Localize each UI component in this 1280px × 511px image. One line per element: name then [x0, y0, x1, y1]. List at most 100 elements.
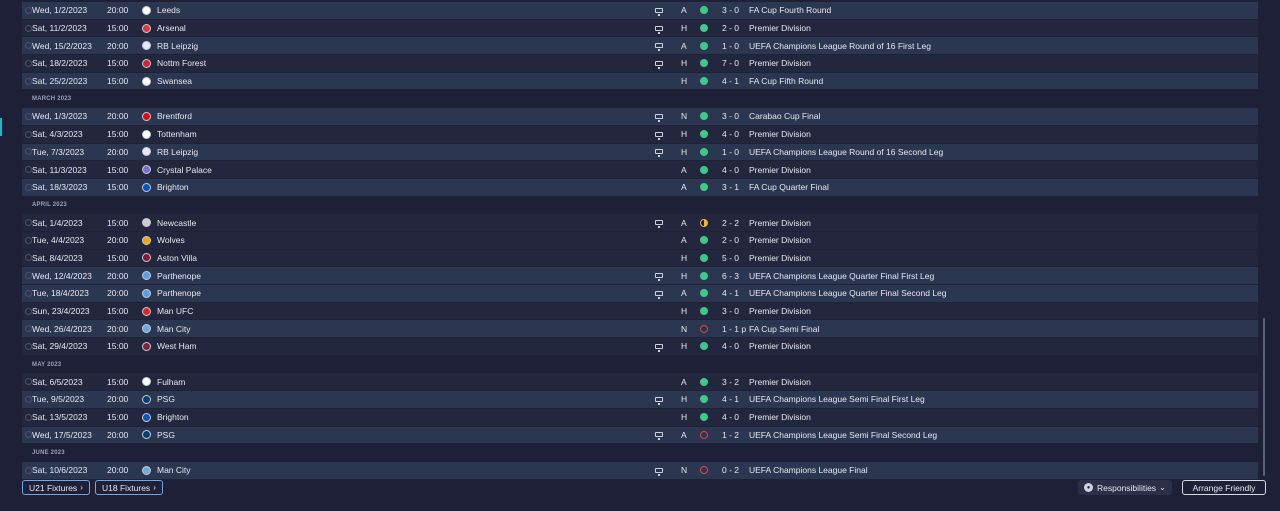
fixture-score[interactable]: 5 - 0	[722, 253, 739, 263]
fixture-row[interactable]: Tue, 9/5/2023 20:00 PSG H 4 - 1 UEFA Champion…	[22, 391, 1258, 409]
fixture-score[interactable]: 4 - 0	[722, 129, 739, 139]
row-select-icon[interactable]	[25, 254, 32, 262]
fixture-row[interactable]: Sat, 6/5/2023 15:00 Fulham A 3 - 2 Premier Di…	[22, 373, 1258, 392]
competition-link[interactable]: Premier Division	[749, 129, 811, 139]
competition-link[interactable]: FA Cup Quarter Final	[749, 182, 829, 192]
row-select-icon[interactable]	[25, 342, 32, 350]
arrange-friendly-button[interactable]: Arrange Friendly	[1182, 480, 1266, 495]
row-select-icon[interactable]	[25, 466, 32, 474]
competition-link[interactable]: Premier Division	[749, 235, 811, 245]
fixture-row[interactable]: Sat, 25/2/2023 15:00 Swansea H 4 - 1 FA Cup F…	[22, 72, 1258, 91]
fixture-row[interactable]: Wed, 15/2/2023 20:00 RB Leipzig A 1 - 0 UEFA …	[22, 37, 1258, 56]
fixture-row[interactable]: Sat, 11/2/2023 15:00 Arsenal H 2 - 0 Premier …	[22, 19, 1258, 38]
row-select-icon[interactable]	[25, 431, 32, 439]
fixture-score[interactable]: 4 - 1	[722, 76, 739, 86]
fixture-score[interactable]: 3 - 0	[722, 111, 739, 121]
opponent-link[interactable]: Fulham	[157, 377, 185, 387]
competition-link[interactable]: FA Cup Fourth Round	[749, 5, 831, 15]
fixture-row[interactable]: Sat, 10/6/2023 20:00 Man City N 0 - 2 UEFA Ch…	[22, 461, 1258, 480]
opponent-link[interactable]: Brighton	[157, 412, 189, 422]
opponent-link[interactable]: Swansea	[157, 76, 192, 86]
row-select-icon[interactable]	[25, 378, 32, 386]
fixture-row[interactable]: Wed, 17/5/2023 20:00 PSG A 1 - 2 UEFA Champio…	[22, 426, 1258, 445]
competition-link[interactable]: Premier Division	[749, 218, 811, 228]
opponent-link[interactable]: Tottenham	[157, 129, 197, 139]
opponent-link[interactable]: Aston Villa	[157, 253, 197, 263]
fixture-row[interactable]: Sun, 23/4/2023 15:00 Man UFC H 3 - 0 Premier …	[22, 302, 1258, 321]
opponent-link[interactable]: Man UFC	[157, 306, 193, 316]
opponent-link[interactable]: Man City	[157, 465, 191, 475]
fixture-score[interactable]: 2 - 2	[722, 218, 739, 228]
competition-link[interactable]: Premier Division	[749, 412, 811, 422]
fixture-row[interactable]: Tue, 7/3/2023 20:00 RB Leipzig H 1 - 0 UEFA C…	[22, 143, 1258, 162]
fixture-score[interactable]: 4 - 0	[722, 412, 739, 422]
fixture-score[interactable]: 4 - 1	[722, 288, 739, 298]
fixture-score[interactable]: 7 - 0	[722, 58, 739, 68]
competition-link[interactable]: FA Cup Semi Final	[749, 324, 819, 334]
row-select-icon[interactable]	[25, 219, 32, 227]
competition-link[interactable]: Premier Division	[749, 23, 811, 33]
competition-link[interactable]: UEFA Champions League Round of 16 First …	[749, 41, 931, 51]
fixture-row[interactable]: Wed, 26/4/2023 20:00 Man City N 1 - 1 p FA Cu…	[22, 320, 1258, 339]
fixture-score[interactable]: 6 - 3	[722, 271, 739, 281]
fixture-score[interactable]: 4 - 0	[722, 341, 739, 351]
competition-link[interactable]: UEFA Champions League Round of 16 Second…	[749, 147, 943, 157]
competition-link[interactable]: UEFA Champions League Final	[749, 465, 868, 475]
competition-link[interactable]: Premier Division	[749, 341, 811, 351]
u18-fixtures-button[interactable]: U18 Fixtures ›	[95, 480, 163, 495]
fixture-row[interactable]: Sat, 11/3/2023 15:00 Crystal Palace A 4 - 0 P…	[22, 161, 1258, 179]
opponent-link[interactable]: PSG	[157, 430, 175, 440]
fixture-row[interactable]: Tue, 4/4/2023 20:00 Wolves A 2 - 0 Premier Di…	[22, 231, 1258, 250]
row-select-icon[interactable]	[25, 77, 32, 85]
fixture-score[interactable]: 3 - 2	[722, 377, 739, 387]
row-select-icon[interactable]	[25, 236, 32, 244]
fixture-row[interactable]: Wed, 1/3/2023 20:00 Brentford N 3 - 0 Carabao…	[22, 108, 1258, 126]
opponent-link[interactable]: Nottm Forest	[157, 58, 206, 68]
fixture-row[interactable]: Tue, 18/4/2023 20:00 Parthenope A 4 - 1 UEFA …	[22, 285, 1258, 303]
scrollbar[interactable]	[1263, 318, 1265, 476]
opponent-link[interactable]: Brighton	[157, 182, 189, 192]
opponent-link[interactable]: Newcastle	[157, 218, 196, 228]
responsibilities-button[interactable]: ● Responsibilities ⌄	[1078, 480, 1172, 495]
competition-link[interactable]: Premier Division	[749, 253, 811, 263]
row-select-icon[interactable]	[25, 395, 32, 403]
fixture-row[interactable]: Sat, 29/4/2023 15:00 West Ham H 4 - 0 Premier…	[22, 338, 1258, 356]
opponent-link[interactable]: Parthenope	[157, 288, 201, 298]
opponent-link[interactable]: Arsenal	[157, 23, 186, 33]
opponent-link[interactable]: RB Leipzig	[157, 147, 198, 157]
row-select-icon[interactable]	[25, 24, 32, 32]
fixture-row[interactable]: Wed, 12/4/2023 20:00 Parthenope H 6 - 3 UEFA …	[22, 267, 1258, 285]
fixture-score[interactable]: 1 - 1 p	[722, 324, 746, 334]
row-select-icon[interactable]	[25, 112, 32, 120]
competition-link[interactable]: Premier Division	[749, 306, 811, 316]
fixture-row[interactable]: Sat, 1/4/2023 15:00 Newcastle A 2 - 2 Premier…	[22, 214, 1258, 232]
fixture-score[interactable]: 4 - 0	[722, 165, 739, 175]
fixture-score[interactable]: 1 - 2	[722, 430, 739, 440]
opponent-link[interactable]: Crystal Palace	[157, 165, 212, 175]
row-select-icon[interactable]	[25, 6, 32, 14]
fixture-score[interactable]: 3 - 0	[722, 5, 739, 15]
fixture-score[interactable]: 1 - 0	[722, 147, 739, 157]
competition-link[interactable]: UEFA Champions League Semi Final First L…	[749, 394, 925, 404]
row-select-icon[interactable]	[25, 166, 32, 174]
competition-link[interactable]: UEFA Champions League Semi Final Second …	[749, 430, 937, 440]
fixture-row[interactable]: Sat, 13/5/2023 15:00 Brighton H 4 - 0 Premier…	[22, 408, 1258, 427]
fixture-row[interactable]: Wed, 1/2/2023 20:00 Leeds A 3 - 0 FA Cup Four…	[22, 2, 1258, 20]
row-select-icon[interactable]	[25, 307, 32, 315]
competition-link[interactable]: Premier Division	[749, 165, 811, 175]
competition-link[interactable]: UEFA Champions League Quarter Final Seco…	[749, 288, 947, 298]
fixture-row[interactable]: Sat, 8/4/2023 15:00 Aston Villa H 5 - 0 Premi…	[22, 249, 1258, 268]
row-select-icon[interactable]	[25, 289, 32, 297]
row-select-icon[interactable]	[25, 42, 32, 50]
competition-link[interactable]: Premier Division	[749, 377, 811, 387]
opponent-link[interactable]: Man City	[157, 324, 191, 334]
competition-link[interactable]: Carabao Cup Final	[749, 111, 820, 121]
fixture-score[interactable]: 0 - 2	[722, 465, 739, 475]
fixture-row[interactable]: Sat, 4/3/2023 15:00 Tottenham H 4 - 0 Premier…	[22, 125, 1258, 144]
row-select-icon[interactable]	[25, 272, 32, 280]
opponent-link[interactable]: Parthenope	[157, 271, 201, 281]
row-select-icon[interactable]	[25, 148, 32, 156]
fixture-score[interactable]: 1 - 0	[722, 41, 739, 51]
u21-fixtures-button[interactable]: U21 Fixtures ›	[22, 480, 90, 495]
fixture-score[interactable]: 2 - 0	[722, 235, 739, 245]
